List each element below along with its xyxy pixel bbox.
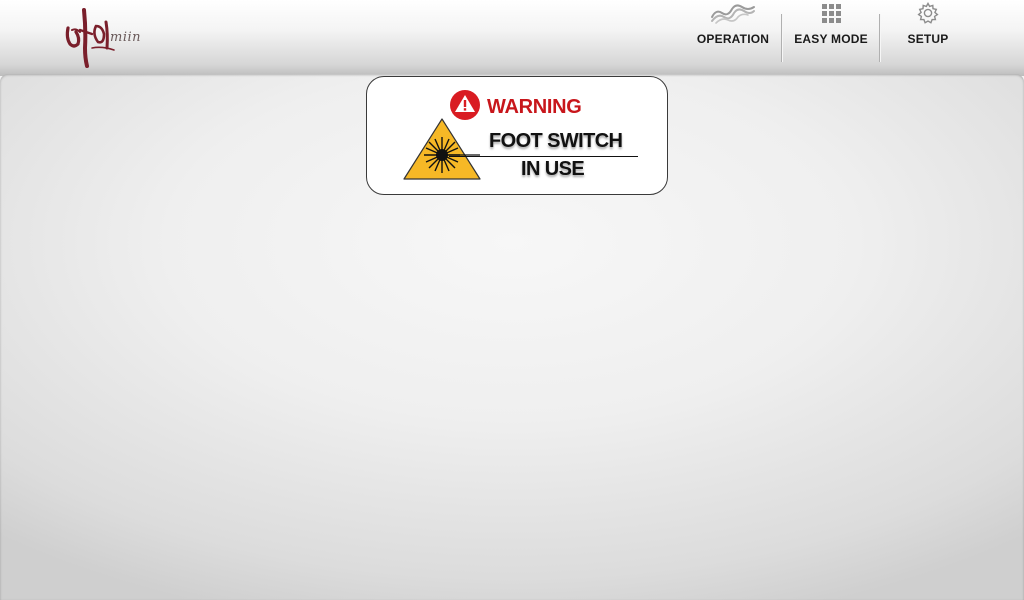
brand-logo: miin bbox=[62, 4, 154, 68]
warning-message-line1: FOOT SWITCH bbox=[489, 130, 623, 152]
gear-icon bbox=[916, 0, 940, 26]
wave-icon bbox=[710, 0, 756, 26]
nav-easy-mode[interactable]: EASY MODE bbox=[794, 0, 868, 50]
logo-text: miin bbox=[110, 30, 142, 45]
laser-warning-icon bbox=[402, 117, 482, 181]
nav-divider bbox=[781, 14, 782, 62]
nav-operation-label: OPERATION bbox=[696, 32, 770, 46]
nav-setup[interactable]: SETUP bbox=[904, 0, 952, 50]
nav-setup-label: SETUP bbox=[907, 32, 949, 46]
warning-dialog: WARNING FOOT SWITCH IN USE bbox=[366, 76, 668, 195]
warning-message-line2: IN USE bbox=[521, 158, 585, 180]
nav-easy-mode-label: EASY MODE bbox=[794, 32, 868, 46]
nav-operation[interactable]: OPERATION bbox=[696, 0, 770, 50]
warning-title: WARNING bbox=[487, 96, 582, 118]
nav-divider bbox=[879, 14, 880, 62]
top-bar: miin OPERATION EASY MODE SETUP bbox=[0, 0, 1024, 76]
warning-divider bbox=[449, 156, 638, 157]
grid-icon bbox=[820, 0, 842, 26]
